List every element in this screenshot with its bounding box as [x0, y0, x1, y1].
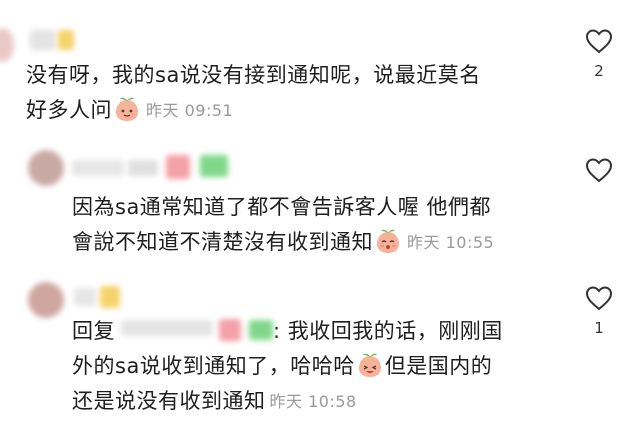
like-heart-icon[interactable]	[584, 156, 614, 184]
username-blurred-2	[128, 160, 158, 176]
like-count: 2	[594, 62, 604, 80]
username-blurred[interactable]	[74, 288, 96, 306]
reply-badge-green	[249, 320, 273, 340]
avatar[interactable]	[28, 282, 64, 318]
comment-line-1: 因為sa通常知道了都不會告訴客人喔 他們都	[72, 195, 491, 219]
like-heart-icon[interactable]	[584, 27, 614, 55]
comment-time: 昨天 09:51	[146, 101, 234, 120]
comment-line-2b: 但是国内的	[384, 354, 493, 378]
peach-cry-icon	[377, 229, 399, 253]
avatar[interactable]	[28, 150, 64, 186]
comment-time: 昨天 10:58	[269, 392, 357, 411]
comment-text: 因為sa通常知道了都不會告訴客人喔 他們都 會說不知道不清楚沒有收到通知 昨天 1…	[72, 190, 572, 260]
username-blurred[interactable]	[30, 30, 56, 50]
badge-blurred	[58, 30, 74, 50]
reply-to-user-blurred[interactable]	[121, 320, 213, 336]
comment-time: 昨天 10:55	[407, 233, 495, 252]
peach-face-icon	[116, 97, 138, 121]
badge-blurred-green	[200, 155, 228, 177]
peach-laugh-icon	[358, 353, 381, 377]
comment-line-1: : 我收回我的话，刚刚国	[273, 319, 503, 343]
username-blurred[interactable]	[72, 160, 124, 176]
comment-line-2: 外的sa说收到通知了，哈哈哈	[72, 354, 355, 378]
badge-blurred-pink	[166, 155, 190, 179]
avatar[interactable]	[0, 28, 14, 62]
like-count: 1	[594, 319, 604, 337]
comment-line-2: 好多人问	[26, 98, 112, 122]
badge-blurred	[100, 286, 120, 308]
reply-prefix: 回复	[72, 319, 115, 343]
comment-line-3: 还是说没有收到通知	[72, 389, 266, 413]
comment-line-1: 没有呀，我的sa说没有接到通知呢，说最近莫名	[26, 63, 481, 87]
like-heart-icon[interactable]	[584, 284, 614, 312]
comment-text: 回复 : 我收回我的话，刚刚国 外的sa说收到通知了，哈哈哈 但是国内的 还是说没有…	[72, 314, 572, 419]
reply-badge-pink	[219, 319, 241, 341]
comment-text: 没有呀，我的sa说没有接到通知呢，说最近莫名 好多人问 昨天 09:51	[26, 58, 566, 128]
comment-line-2: 會說不知道不清楚沒有收到通知	[72, 230, 373, 254]
